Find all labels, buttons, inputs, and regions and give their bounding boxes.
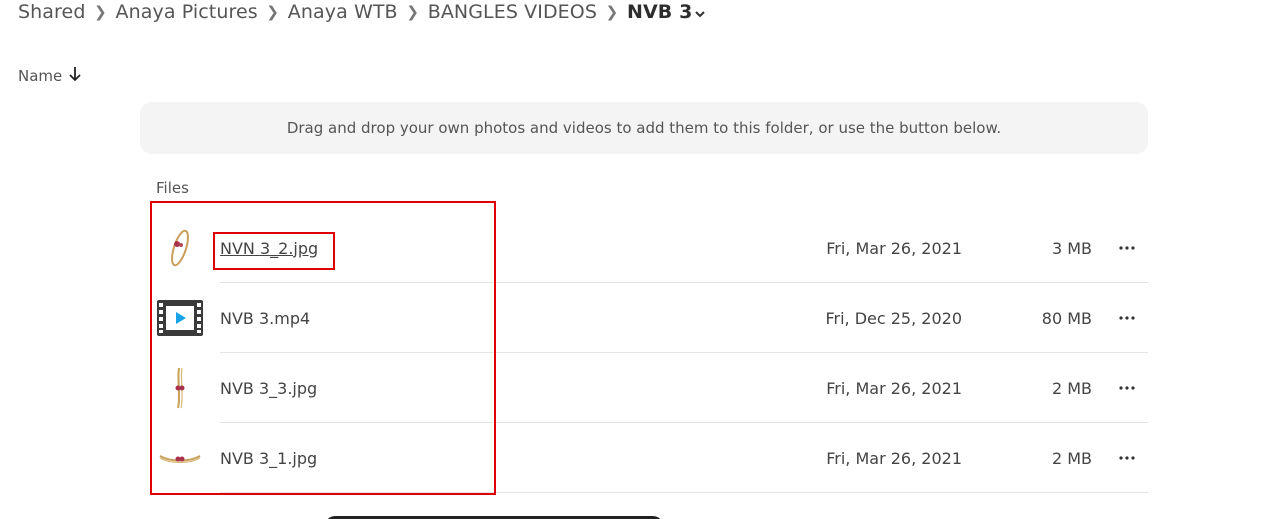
sort-label: Name (18, 67, 63, 85)
breadcrumb-item-anaya-pictures[interactable]: Anaya Pictures (116, 1, 258, 23)
files-section-label: Files (156, 179, 189, 197)
breadcrumb: Shared ❯ Anaya Pictures ❯ Anaya WTB ❯ BA… (18, 0, 706, 24)
chevron-right-icon: ❯ (406, 3, 420, 21)
drop-zone[interactable]: Drag and drop your own photos and videos… (140, 102, 1148, 154)
chevron-right-icon: ❯ (94, 3, 107, 21)
file-date: Fri, Mar 26, 2021 (826, 448, 962, 468)
file-size: 2 MB (1051, 378, 1092, 398)
more-options-icon[interactable] (1113, 308, 1141, 328)
file-size: 2 MB (1051, 448, 1092, 468)
file-date: Fri, Mar 26, 2021 (826, 238, 962, 258)
breadcrumb-item-shared[interactable]: Shared (18, 1, 86, 23)
drop-zone-text: Drag and drop your own photos and videos… (286, 119, 1002, 137)
more-options-icon[interactable] (1113, 238, 1141, 258)
arrow-down-icon (68, 66, 82, 86)
chevron-right-icon: ❯ (266, 3, 280, 21)
breadcrumb-item-bangles-videos[interactable]: BANGLES VIDEOS (428, 1, 597, 23)
chevron-down-icon[interactable] (694, 2, 706, 24)
file-size: 3 MB (1051, 238, 1092, 258)
file-date: Fri, Mar 26, 2021 (826, 378, 962, 398)
chevron-right-icon: ❯ (605, 3, 619, 21)
highlight-box-filename (213, 232, 335, 270)
breadcrumb-item-anaya-wtb[interactable]: Anaya WTB (288, 1, 398, 23)
more-options-icon[interactable] (1113, 378, 1141, 398)
file-date: Fri, Dec 25, 2020 (825, 308, 962, 328)
file-browser-page: Shared ❯ Anaya Pictures ❯ Anaya WTB ❯ BA… (0, 0, 1263, 519)
sort-by-name-button[interactable]: Name (18, 66, 82, 86)
more-options-icon[interactable] (1113, 448, 1141, 468)
breadcrumb-current-folder[interactable]: NVB 3 (627, 1, 692, 23)
file-size: 80 MB (1041, 308, 1092, 328)
